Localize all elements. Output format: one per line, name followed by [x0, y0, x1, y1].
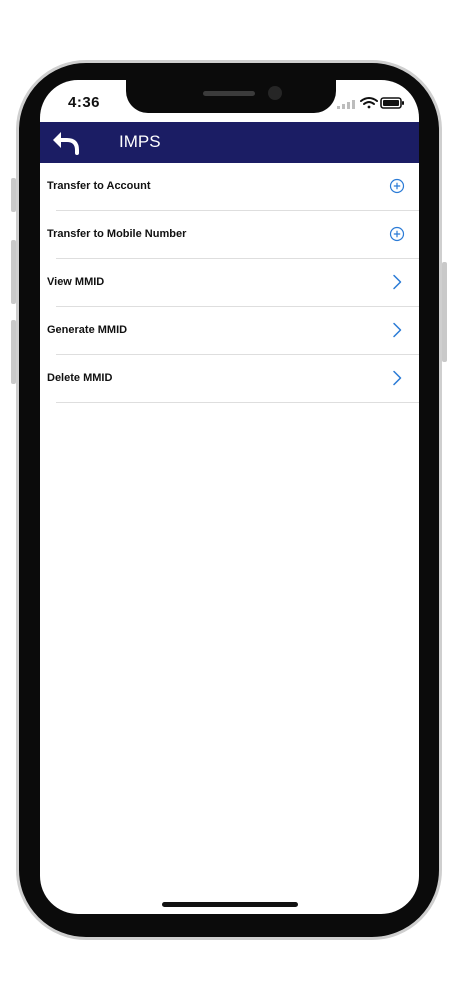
menu-item-delete-mmid[interactable]: Delete MMID [40, 355, 419, 403]
front-camera [268, 86, 282, 100]
chevron-right-icon [393, 322, 402, 338]
menu-item-label: View MMID [47, 276, 105, 288]
chevron-right-icon [393, 370, 402, 386]
notch [126, 80, 336, 113]
app-header: IMPS [40, 122, 419, 163]
imps-menu: Transfer to Account Transfer to Mobile N… [40, 163, 419, 403]
speaker-grille [203, 91, 255, 96]
back-button[interactable] [50, 128, 84, 158]
phone-screen: 4:36 IMPS Transfer to Account Transfer t… [40, 80, 419, 914]
battery-icon [380, 97, 404, 109]
signal-icon [337, 100, 355, 109]
page-title: IMPS [119, 132, 161, 151]
wifi-icon [360, 97, 378, 109]
menu-item-label: Transfer to Mobile Number [47, 228, 187, 240]
back-arrow-icon [53, 132, 79, 155]
plus-circle-icon [389, 226, 405, 242]
device-mockup: 4:36 IMPS Transfer to Account Transfer t… [0, 0, 460, 996]
menu-item-generate-mmid[interactable]: Generate MMID [40, 307, 419, 355]
status-icons [337, 96, 405, 110]
power-button [442, 262, 447, 362]
menu-item-view-mmid[interactable]: View MMID [40, 259, 419, 307]
chevron-right-icon [393, 274, 402, 290]
menu-item-transfer-to-mobile-number[interactable]: Transfer to Mobile Number [40, 211, 419, 259]
status-time: 4:36 [68, 94, 101, 111]
menu-item-label: Delete MMID [47, 372, 113, 384]
menu-item-label: Generate MMID [47, 324, 128, 336]
menu-item-transfer-to-account[interactable]: Transfer to Account [40, 163, 419, 211]
home-indicator[interactable] [162, 902, 298, 907]
menu-item-label: Transfer to Account [47, 180, 151, 192]
plus-circle-icon [389, 178, 405, 194]
